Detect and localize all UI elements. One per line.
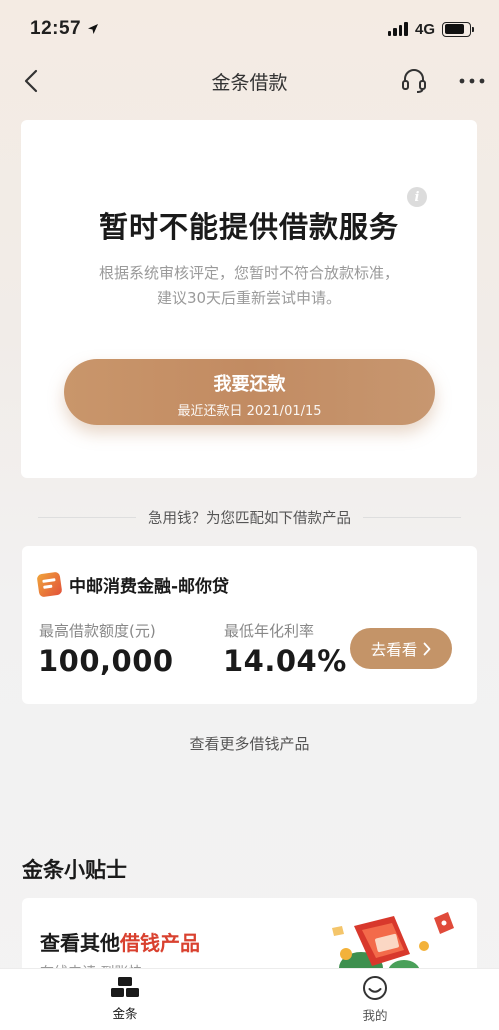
page-title: 金条借款 — [211, 71, 288, 94]
view-product-label: 去看看 — [370, 640, 418, 659]
more-dots-icon — [459, 78, 485, 84]
smile-icon — [363, 976, 387, 1000]
headset-icon — [402, 69, 426, 93]
battery-icon — [442, 21, 474, 37]
repay-due-date: 最近还款日 2021/01/15 — [177, 404, 322, 419]
back-button[interactable] — [16, 66, 46, 96]
tab-mine[interactable]: 我的 — [315, 975, 435, 1024]
max-amount-label: 最高借款额度(元) — [39, 622, 156, 640]
status-bar: 12:57 4G — [0, 0, 499, 58]
tab-jintiao[interactable]: 金条 — [65, 975, 185, 1022]
tips-heading: 查看其他借钱产品 — [40, 927, 200, 956]
product-header: 中邮消费金融-邮你贷 — [36, 571, 230, 598]
recommend-divider: 急用钱？为您匹配如下借款产品 — [38, 506, 461, 528]
status-time: 12:57 — [30, 18, 99, 40]
divider-line-right — [363, 516, 461, 518]
status-title: 暂时不能提供借款服务 — [98, 210, 399, 244]
repay-button-label: 我要还款 — [213, 374, 286, 395]
location-arrow-icon — [88, 24, 99, 34]
divider-line-left — [38, 516, 136, 518]
nav-bar: 金条借款 — [0, 58, 499, 104]
tips-heading-highlight: 借钱产品 — [120, 931, 200, 955]
customer-service-button[interactable] — [398, 66, 430, 96]
tips-heading-prefix: 查看其他 — [40, 931, 120, 955]
tab-mine-label: 我的 — [362, 1008, 388, 1023]
status-description: 根据系统审核评定，您暂时不符合放款标准， 建议30天后重新尝试申请。 — [21, 261, 477, 311]
status-desc-line-1: 根据系统审核评定，您暂时不符合放款标准， — [98, 264, 399, 282]
status-desc-line-2: 建议30天后重新尝试申请。 — [156, 289, 342, 307]
product-name: 中邮消费金融-邮你贷 — [69, 577, 230, 597]
tips-card[interactable]: 查看其他借钱产品 在线申请 到账快 — [22, 898, 477, 978]
chevron-left-icon — [24, 69, 38, 93]
status-indicators: 4G — [387, 20, 474, 38]
signal-icon — [387, 22, 408, 36]
time-text: 12:57 — [30, 18, 82, 39]
repay-button[interactable]: 我要还款 最近还款日 2021/01/15 — [64, 359, 435, 425]
network-type: 4G — [414, 20, 435, 38]
chevron-right-icon — [423, 642, 431, 655]
loan-status-card: i 暂时不能提供借款服务 根据系统审核评定，您暂时不符合放款标准， 建议30天后… — [21, 120, 477, 478]
max-amount-value: 100,000 — [38, 644, 174, 678]
product-card[interactable]: 中邮消费金融-邮你贷 最高借款额度(元) 100,000 最低年化利率 14.0… — [22, 546, 477, 704]
more-button[interactable] — [456, 66, 488, 96]
rate-value: 14.04% — [223, 644, 347, 678]
tips-section-title: 金条小贴士 — [22, 858, 127, 882]
recommend-heading: 急用钱？为您匹配如下借款产品 — [148, 510, 351, 527]
gold-bars-icon — [111, 977, 139, 997]
view-product-button[interactable]: 去看看 — [350, 628, 452, 669]
more-products-link[interactable]: 查看更多借钱产品 — [0, 733, 499, 754]
tab-bar: 金条 我的 — [0, 968, 499, 1030]
tab-jintiao-label: 金条 — [112, 1006, 138, 1021]
product-logo-icon — [36, 571, 63, 598]
rate-label: 最低年化利率 — [224, 622, 315, 640]
